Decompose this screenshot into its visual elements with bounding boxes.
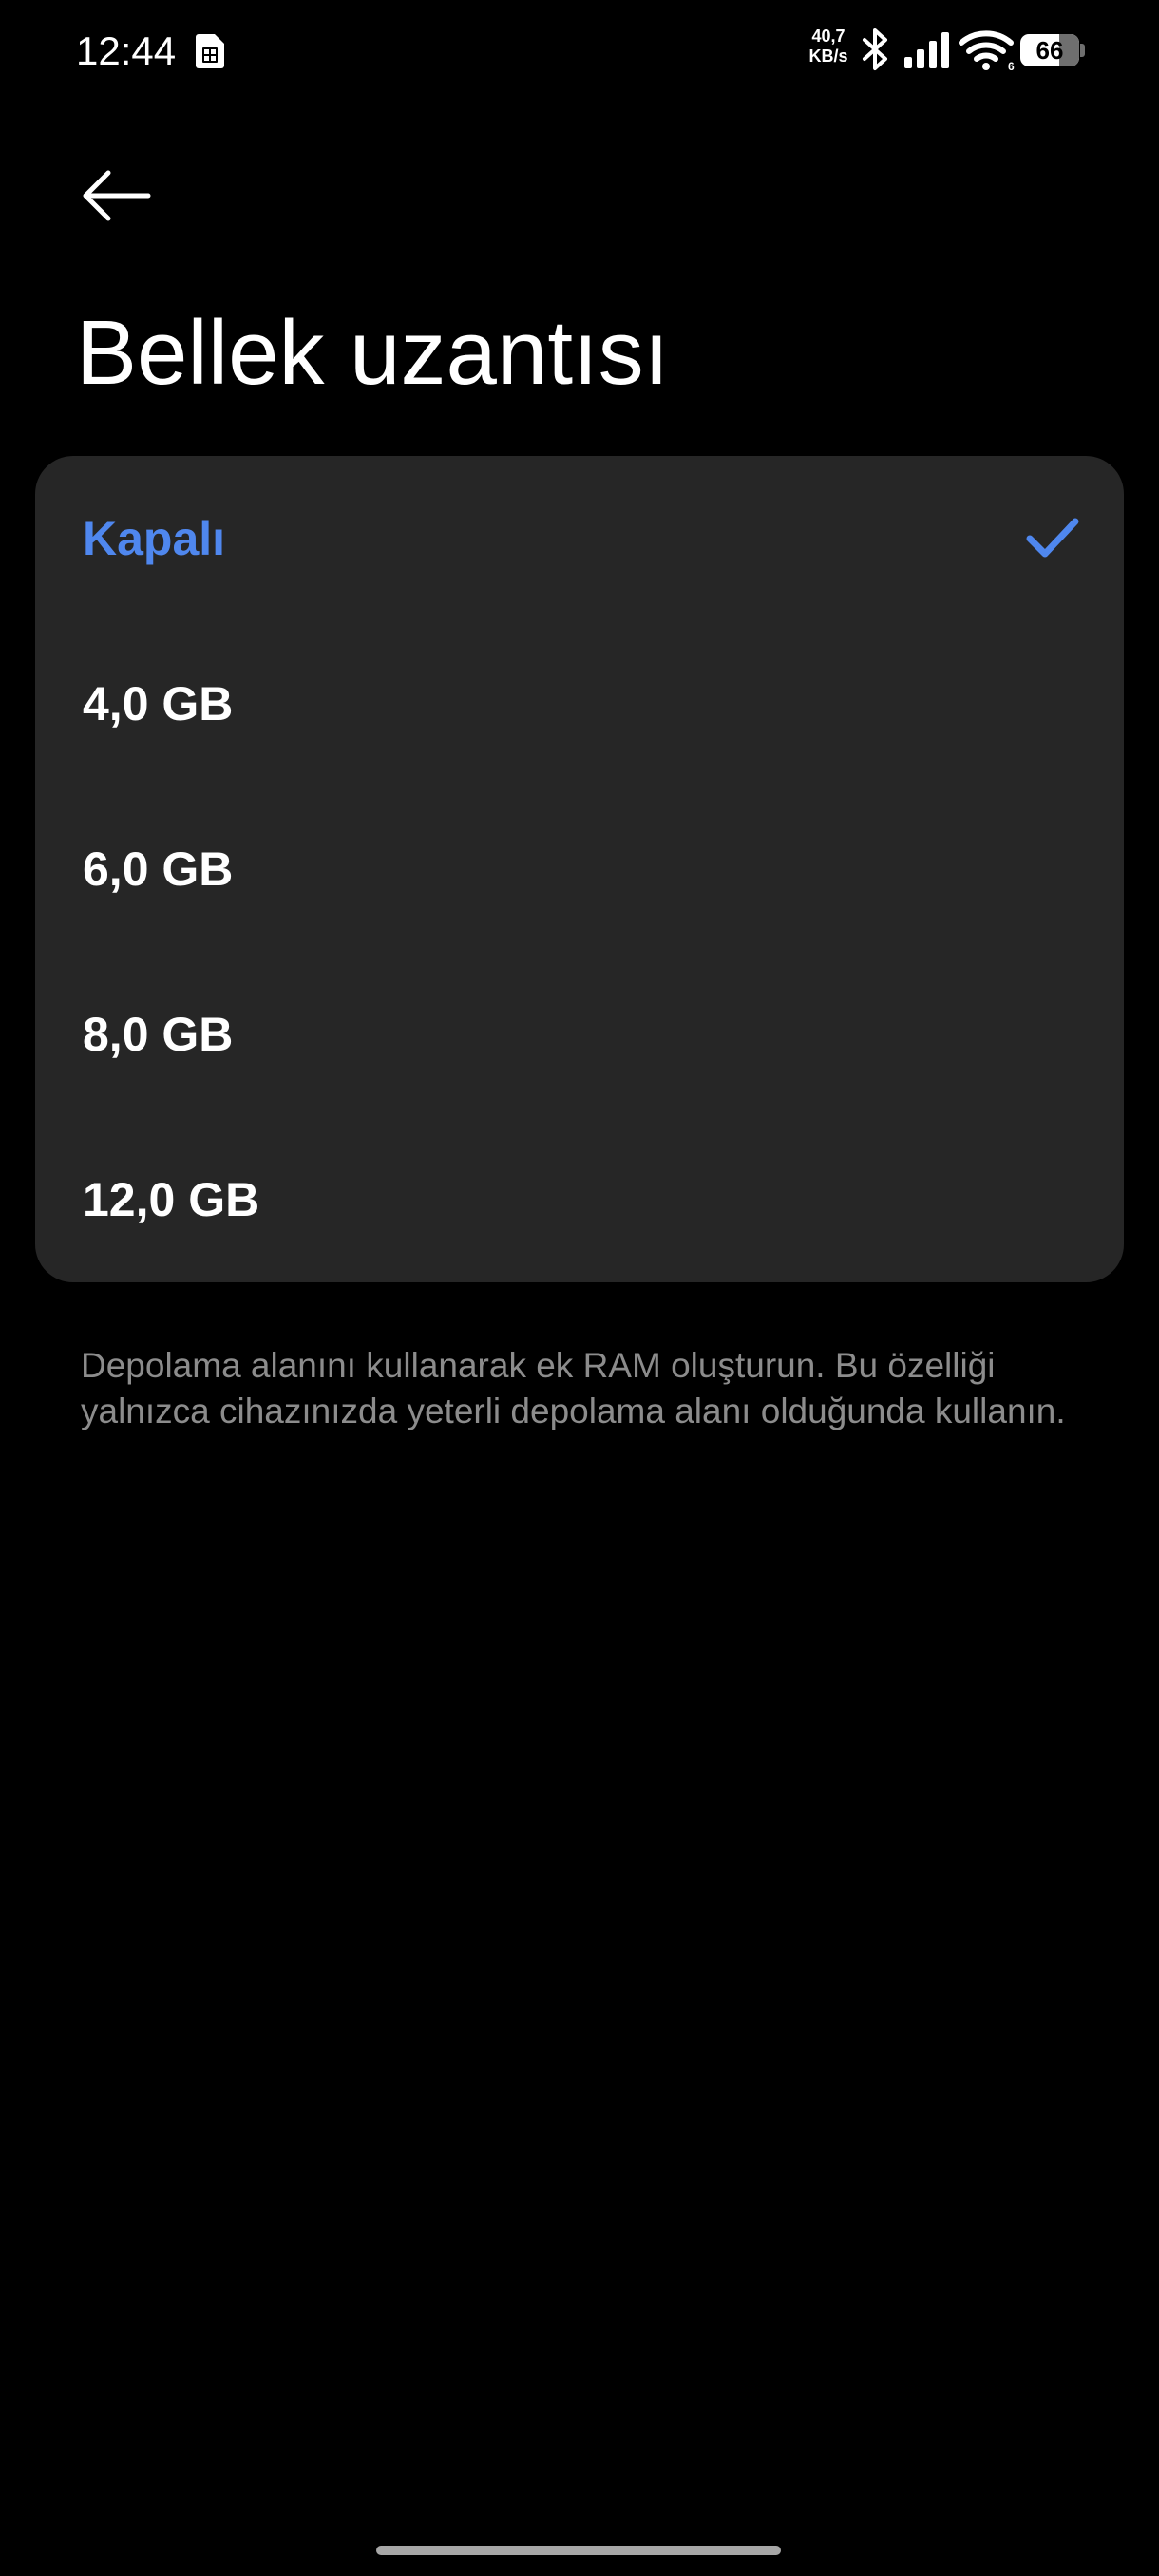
page-title: Bellek uzantısı [76, 302, 670, 404]
option-row-off[interactable]: Kapalı [35, 456, 1124, 621]
network-speed-unit: KB/s [808, 47, 848, 66]
option-row-8gb[interactable]: 8,0 GB [35, 952, 1124, 1117]
network-speed: 40,7 KB/s [806, 27, 851, 66]
battery-cap [1080, 44, 1085, 57]
option-label: 8,0 GB [83, 1008, 234, 1061]
option-label: 12,0 GB [83, 1173, 260, 1226]
option-label: 4,0 GB [83, 677, 234, 730]
wifi-icon: 6 [959, 30, 1015, 72]
description-text: Depolama alanını kullanarak ek RAM oluşt… [81, 1346, 1066, 1430]
option-row-12gb[interactable]: 12,0 GB [35, 1117, 1124, 1282]
option-label: Kapalı [83, 512, 226, 565]
option-label: 6,0 GB [83, 843, 234, 896]
option-row-4gb[interactable]: 4,0 GB [35, 621, 1124, 786]
checkmark-icon [1026, 518, 1079, 558]
svg-text:6: 6 [1008, 60, 1015, 72]
arrow-left-icon [83, 170, 151, 221]
battery-icon: 66 [1020, 34, 1085, 66]
status-bar: 12:44 40,7 KB/s 6 66 [0, 0, 1159, 99]
options-card: Kapalı 4,0 GB 6,0 GB 8,0 GB 12,0 GB [35, 456, 1124, 1282]
bluetooth-icon [863, 28, 887, 70]
status-time: 12:44 [76, 28, 177, 73]
sim-card-icon [196, 34, 224, 68]
cellular-signal-icon [904, 32, 949, 68]
back-button[interactable] [68, 152, 163, 237]
network-speed-value: 40,7 [811, 27, 846, 46]
home-indicator[interactable] [376, 2546, 781, 2555]
battery-level: 66 [1036, 36, 1064, 65]
option-row-6gb[interactable]: 6,0 GB [35, 786, 1124, 952]
battery-body: 66 [1020, 34, 1079, 66]
